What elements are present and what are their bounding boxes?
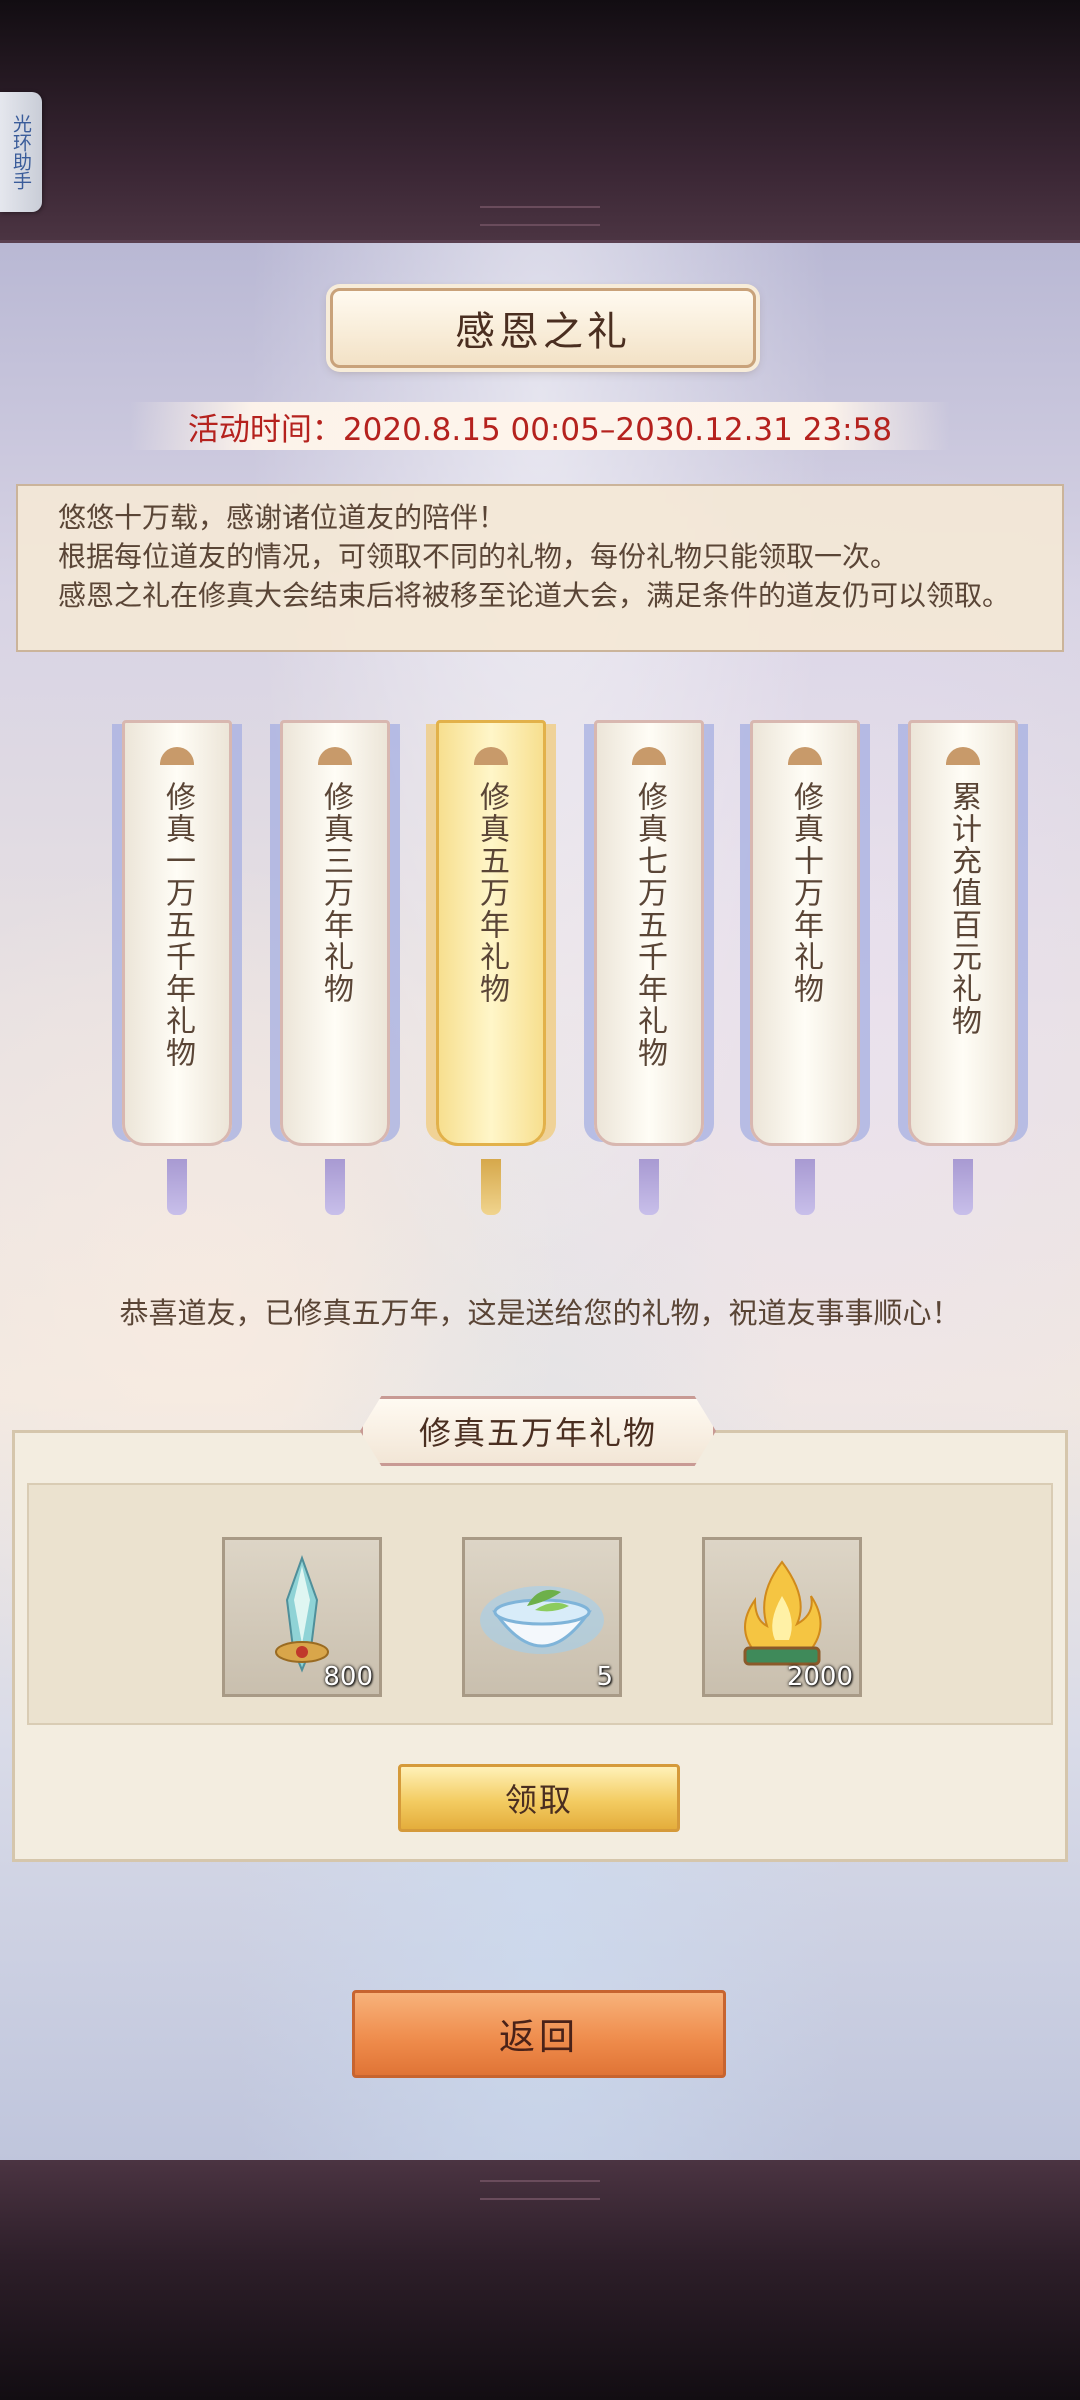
description-line: 悠悠十万载，感谢诸位道友的陪伴！ [58,501,507,534]
item-slot-tea[interactable]: 5 [462,1537,622,1697]
banner-gift-100000[interactable]: 修真十万年礼物 [750,720,860,1215]
fan-icon [788,747,822,765]
banner-label: 修真十万年礼物 [788,781,823,1005]
banner-label: 修真五万年礼物 [474,781,509,1005]
gift-title: 修真五万年礼物 [360,1396,716,1466]
tassel-icon [325,1159,345,1215]
gift-items-area: 800 5 2000 [27,1483,1053,1725]
item-slot-sword[interactable]: 800 [222,1537,382,1697]
congrats-message: 恭喜道友，已修真五万年，这是送给您的礼物，祝道友事事顺心！ [119,1296,961,1330]
tassel-icon [795,1159,815,1215]
banner-gift-50000[interactable]: 修真五万年礼物 [436,720,546,1215]
helper-tab[interactable]: 光环助手 [0,92,42,212]
item-count: 2000 [786,1662,853,1692]
fan-icon [318,747,352,765]
banner-gift-30000[interactable]: 修真三万年礼物 [280,720,390,1215]
banner-label: 累计充值百元礼物 [946,781,981,1037]
item-count: 800 [323,1662,373,1692]
item-slot-flame[interactable]: 2000 [702,1537,862,1697]
top-frame [0,0,1080,240]
fan-icon [474,747,508,765]
banner-gift-recharge[interactable]: 累计充值百元礼物 [908,720,1018,1215]
banner-gift-15000[interactable]: 修真一万五千年礼物 [122,720,232,1215]
tassel-icon [481,1159,501,1215]
gift-banner-list: 修真一万五千年礼物 修真三万年礼物 修真五万年礼物 修真七万五千年礼物 修真十万… [0,720,1080,1220]
fan-icon [160,747,194,765]
back-button[interactable]: 返回 [352,1990,726,2078]
top-ornament [480,206,600,226]
fan-icon [946,747,980,765]
event-description: 悠悠十万载，感谢诸位道友的陪伴！ 根据每位道友的情况，可领取不同的礼物，每份礼物… [16,484,1064,652]
banner-label: 修真七万五千年礼物 [632,781,667,1069]
banner-label: 修真一万五千年礼物 [160,781,195,1069]
bottom-ornament [480,2180,600,2200]
event-time: 活动时间：2020.8.15 00:05–2030.12.31 23:58 [130,402,950,450]
tassel-icon [953,1159,973,1215]
item-count: 5 [596,1662,613,1692]
banner-label: 修真三万年礼物 [318,781,353,1005]
tassel-icon [167,1159,187,1215]
tassel-icon [639,1159,659,1215]
bottom-frame [0,2160,1080,2400]
description-line: 根据每位道友的情况，可领取不同的礼物，每份礼物只能领取一次。 [58,540,899,573]
page-title: 感恩之礼 [330,288,756,368]
banner-gift-75000[interactable]: 修真七万五千年礼物 [594,720,704,1215]
fan-icon [632,747,666,765]
description-line: 感恩之礼在修真大会结束后将被移至论道大会，满足条件的道友仍可以领取。 [58,579,1011,612]
claim-button[interactable]: 领取 [398,1764,680,1832]
